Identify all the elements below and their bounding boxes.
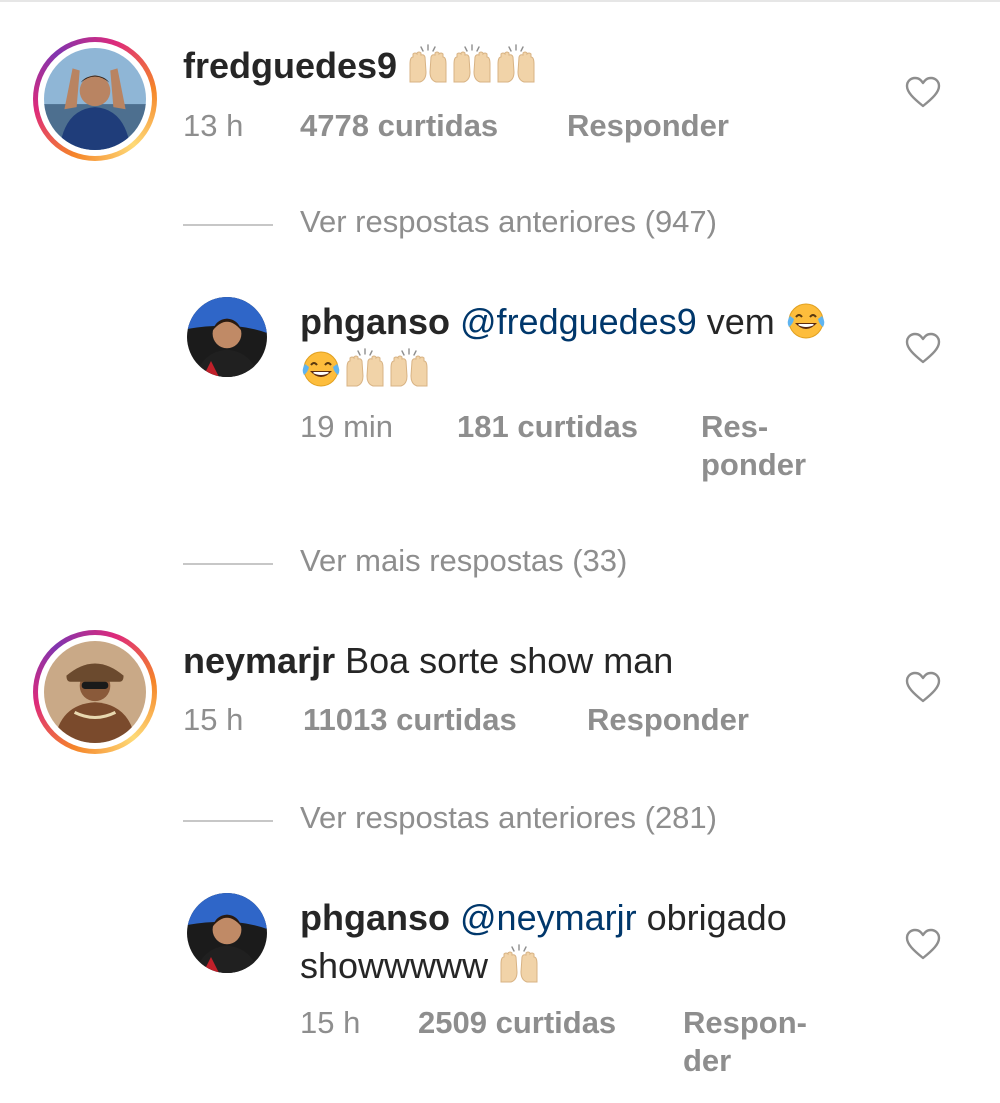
view-replies-label: Ver respostas anteriores (281)	[300, 800, 717, 835]
avatar-photo	[187, 297, 267, 377]
raising-hands-emoji	[495, 44, 537, 84]
raising-hands-emoji	[451, 44, 493, 84]
view-replies-label: Ver mais respostas (33)	[300, 543, 628, 578]
like-heart-icon[interactable]	[905, 671, 941, 703]
reply-button[interactable]: Responder	[567, 107, 729, 145]
divider-line	[183, 224, 273, 226]
comment-text: vem	[706, 301, 775, 342]
likes-count[interactable]: 2509 curtidas	[418, 1004, 616, 1042]
avatar-photo	[44, 641, 146, 743]
reply-button[interactable]: Respon- der	[683, 1004, 807, 1080]
comment-time: 15 h	[300, 1005, 361, 1040]
avatar[interactable]	[187, 893, 267, 973]
view-more-replies[interactable]: Ver mais respostas (33)	[183, 537, 883, 585]
reply-label-line1: Respon-	[683, 1005, 807, 1040]
username[interactable]: fredguedes9	[183, 45, 397, 86]
comment-text: obrigado	[646, 897, 787, 938]
like-heart-icon[interactable]	[905, 332, 941, 364]
raising-hands-emoji	[388, 348, 430, 388]
reply-label-line2: der	[683, 1043, 732, 1078]
view-previous-replies[interactable]: Ver respostas anteriores (281)	[183, 794, 883, 842]
avatar[interactable]	[187, 297, 267, 377]
avatar-photo	[44, 48, 146, 150]
avatar-photo	[187, 893, 267, 973]
likes-count[interactable]: 11013 curtidas	[303, 701, 517, 739]
tears-of-joy-emoji	[300, 348, 342, 388]
reply-label-line2: ponder	[701, 447, 807, 482]
comment-text-line2: showwwww	[300, 945, 489, 986]
divider-line	[183, 820, 273, 822]
like-heart-icon[interactable]	[905, 76, 941, 108]
reply-button[interactable]: Responder	[587, 701, 749, 739]
top-divider	[0, 0, 1000, 2]
view-previous-replies[interactable]: Ver respostas anteriores (947)	[183, 198, 883, 246]
likes-count[interactable]: 181 curtidas	[457, 408, 638, 446]
comment-time: 13 h	[183, 108, 244, 143]
like-heart-icon[interactable]	[905, 928, 941, 960]
tears-of-joy-emoji	[785, 300, 827, 340]
mention-link[interactable]: @neymarjr	[460, 897, 637, 938]
raising-hands-emoji	[498, 944, 540, 984]
mention-link[interactable]: @fredguedes9	[460, 301, 697, 342]
username[interactable]: phganso	[300, 301, 450, 342]
comment-time: 19 min	[300, 409, 394, 444]
divider-line	[183, 563, 273, 565]
username[interactable]: neymarjr	[183, 640, 335, 681]
view-replies-label: Ver respostas anteriores (947)	[300, 204, 717, 239]
reply-button[interactable]: Res- ponder	[701, 408, 806, 484]
raising-hands-emoji	[344, 348, 386, 388]
username[interactable]: phganso	[300, 897, 450, 938]
raising-hands-emoji	[407, 44, 449, 84]
comment-time: 15 h	[183, 702, 244, 737]
comment-text: Boa sorte show man	[345, 640, 674, 681]
avatar[interactable]	[33, 630, 157, 754]
likes-count[interactable]: 4778 curtidas	[300, 107, 498, 145]
avatar[interactable]	[33, 37, 157, 161]
reply-label-line1: Res-	[701, 409, 769, 444]
